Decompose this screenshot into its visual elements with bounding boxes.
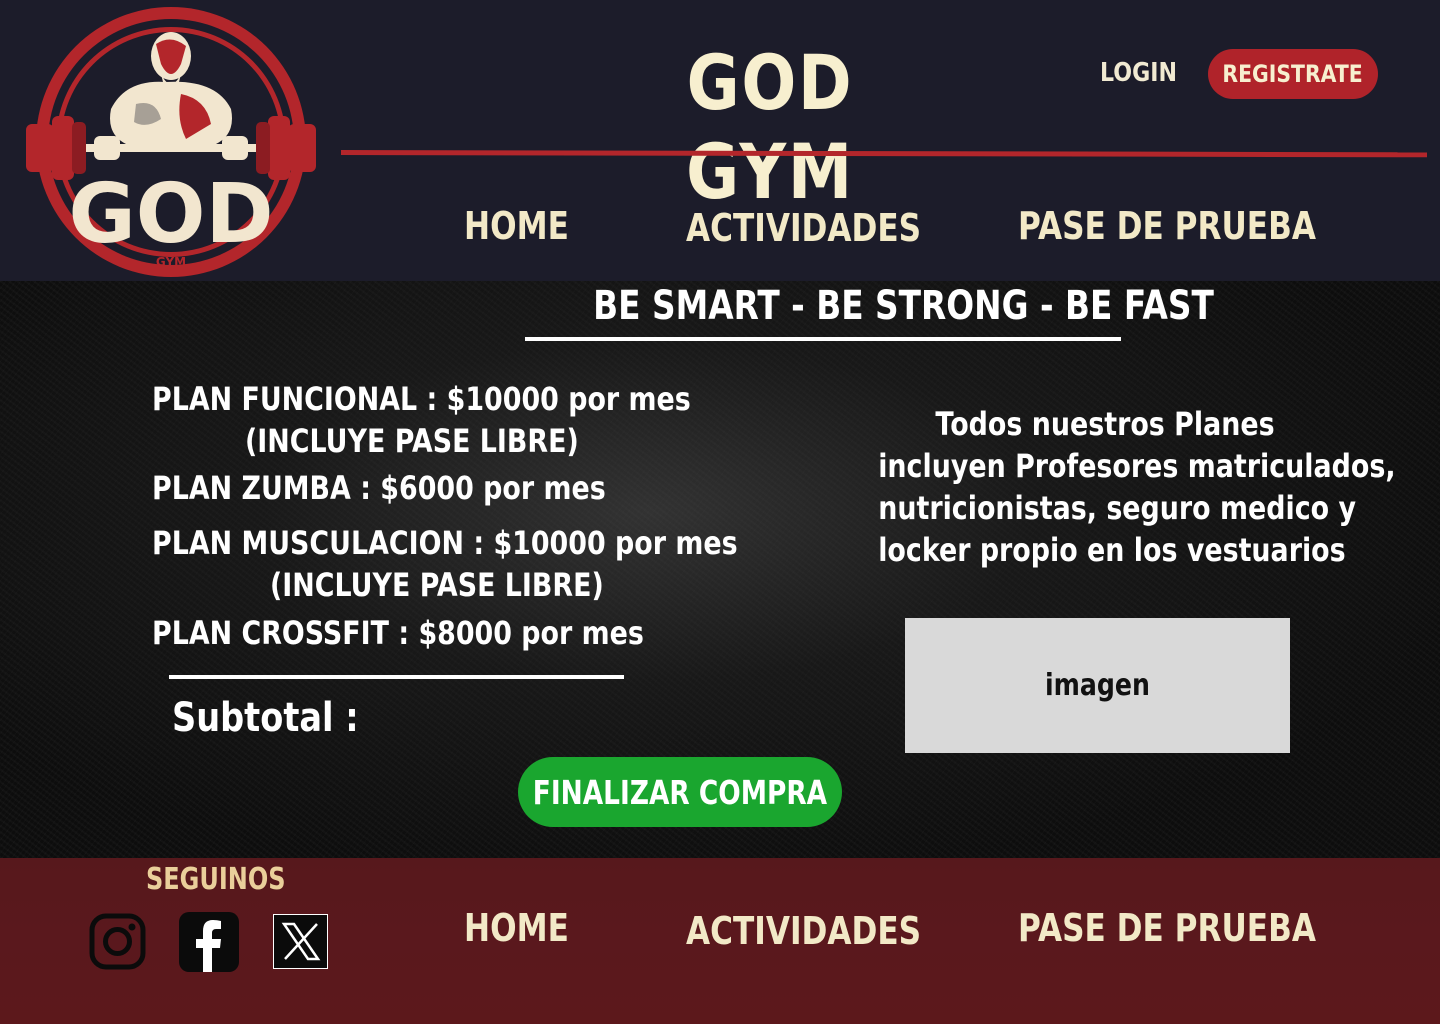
follow-us-label: SEGUINOS <box>146 862 286 897</box>
register-button-label: REGISTRATE <box>1222 60 1364 88</box>
login-link[interactable]: LOGIN <box>1100 58 1177 88</box>
plans-info-line: incluyen Profesores matriculados, <box>878 447 1396 485</box>
finalize-purchase-button[interactable]: FINALIZAR COMPRA <box>518 757 842 827</box>
plans-info-line: locker propio en los vestuarios <box>878 531 1346 569</box>
nav-actividades[interactable]: ACTIVIDADES <box>686 206 921 250</box>
x-icon[interactable] <box>273 914 328 969</box>
site-title: GOD GYM <box>686 38 854 216</box>
nav-pase-de-prueba[interactable]: PASE DE PRUEBA <box>1018 204 1316 248</box>
footer-nav-actividades[interactable]: ACTIVIDADES <box>686 909 921 953</box>
plan-musculacion-note: (INCLUYE PASE LIBRE) <box>270 566 604 604</box>
facebook-icon[interactable] <box>179 912 239 972</box>
slogan-underline <box>525 337 1121 341</box>
god-gym-logo[interactable]: GOD GYM <box>16 4 326 280</box>
plans-info-line: nutricionistas, seguro medico y <box>878 489 1356 527</box>
plan-crossfit[interactable]: PLAN CROSSFIT : $8000 por mes <box>152 614 644 652</box>
plans-info-line: Todos nuestros Planes <box>935 405 1275 443</box>
logo-text: GOD <box>68 167 273 262</box>
plan-zumba[interactable]: PLAN ZUMBA : $6000 por mes <box>152 469 606 507</box>
site-header: GOD GYM GOD GYM LOGIN REGISTRATE HOME AC… <box>0 0 1440 281</box>
footer-nav-pase-de-prueba[interactable]: PASE DE PRUEBA <box>1018 906 1316 950</box>
footer-nav-home[interactable]: HOME <box>464 906 569 950</box>
slogan: BE SMART - BE STRONG - BE FAST <box>525 283 1214 329</box>
image-placeholder-label: imagen <box>1045 668 1150 703</box>
subtotal-divider <box>169 675 624 679</box>
subtotal-label: Subtotal : <box>172 695 359 741</box>
finalize-purchase-label: FINALIZAR COMPRA <box>532 772 828 812</box>
plan-musculacion[interactable]: PLAN MUSCULACION : $10000 por mes <box>152 524 738 562</box>
image-placeholder: imagen <box>905 618 1290 753</box>
logo-subtext: GYM <box>156 255 186 269</box>
plans-info: Todos nuestros Planes incluyen Profesore… <box>835 403 1396 571</box>
instagram-icon[interactable] <box>89 913 146 970</box>
slogan-text: BE SMART - BE STRONG - BE FAST <box>593 283 1214 329</box>
plan-funcional-note: (INCLUYE PASE LIBRE) <box>245 422 579 460</box>
plan-funcional[interactable]: PLAN FUNCIONAL : $10000 por mes <box>152 380 691 418</box>
nav-home[interactable]: HOME <box>464 204 569 248</box>
register-button[interactable]: REGISTRATE <box>1208 49 1378 99</box>
